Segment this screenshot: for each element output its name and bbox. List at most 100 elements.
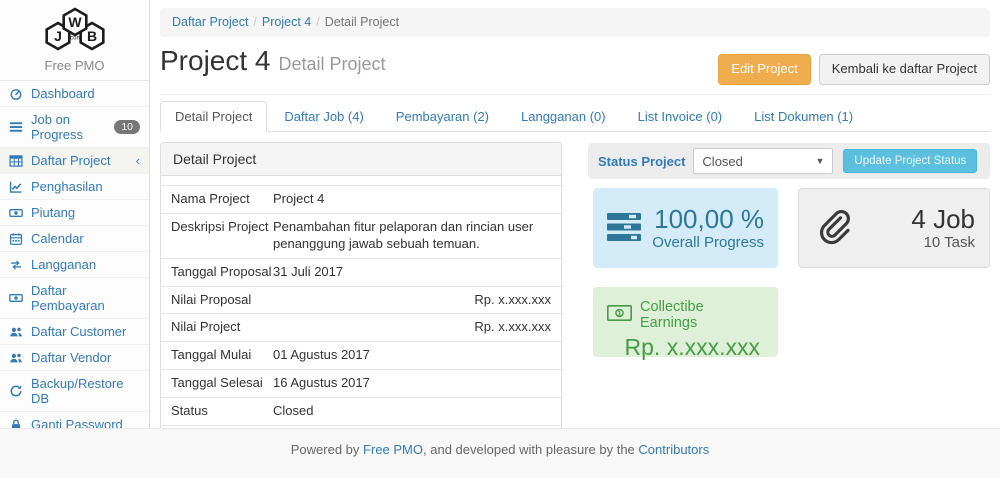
sidebar-item-dashboard[interactable]: Dashboard xyxy=(0,81,149,107)
detail-row-deskripsi: Deskripsi Project Penambahan fitur pelap… xyxy=(161,213,561,258)
detail-row-nilai-proposal: Nilai Proposal Rp. x.xxx.xxx xyxy=(161,286,561,314)
table-icon xyxy=(9,154,24,168)
sidebar-item-daftar-customer[interactable]: Daftar Customer xyxy=(0,319,149,345)
page-title: Project 4 xyxy=(160,45,271,76)
sidebar-item-label: Calendar xyxy=(31,231,84,246)
main-content: Daftar Project/Project 4/Detail Project … xyxy=(150,0,1000,428)
status-project-label: Status Project xyxy=(598,154,685,169)
row-label: Tanggal Mulai xyxy=(171,347,273,364)
sidebar-menu: Dashboard Job on Progress 10 Daftar Proj… xyxy=(0,81,149,464)
sidebar-item-label: Penghasilan xyxy=(31,179,103,194)
tab-detail-project[interactable]: Detail Project xyxy=(160,101,267,132)
caret-down-icon: ▼ xyxy=(816,156,825,166)
sidebar-item-label: Daftar Vendor xyxy=(31,350,111,365)
footer-text: , and developed with pleasure by the xyxy=(423,442,635,457)
dashboard-icon xyxy=(9,87,24,101)
sidebar: J W B .com Free PMO Dashboard Job on Pro… xyxy=(0,0,150,428)
sidebar-item-label: Dashboard xyxy=(31,86,95,101)
jobs-label: 10 Task xyxy=(855,234,975,251)
sidebar-item-daftar-pembayaran[interactable]: Daftar Pembayaran xyxy=(0,278,149,319)
jobs-box: 4 Job 10 Task xyxy=(798,188,990,268)
refresh-icon xyxy=(9,384,24,398)
users-icon xyxy=(9,325,24,339)
row-label: Nama Project xyxy=(171,191,273,208)
detail-row-status: Status Closed xyxy=(161,397,561,425)
tab-list-invoice[interactable]: List Invoice (0) xyxy=(623,101,738,132)
sidebar-item-calendar[interactable]: Calendar xyxy=(0,226,149,252)
footer: Powered by Free PMO, and developed with … xyxy=(0,428,1000,478)
sidebar-item-daftar-vendor[interactable]: Daftar Vendor xyxy=(0,345,149,371)
progress-value: 100,00 % xyxy=(649,205,764,235)
job-count-badge: 10 xyxy=(114,120,140,135)
row-value: Closed xyxy=(273,403,551,420)
calendar-icon xyxy=(9,232,24,246)
tasks-icon xyxy=(607,212,649,245)
jwb-logo-icon: J W B .com xyxy=(32,41,118,56)
sidebar-item-job-on-progress[interactable]: Job on Progress 10 xyxy=(0,107,149,148)
breadcrumb: Daftar Project/Project 4/Detail Project xyxy=(160,8,990,37)
footer-contributors-link[interactable]: Contributors xyxy=(638,442,709,457)
row-value: Rp. x.xxx.xxx xyxy=(273,319,551,336)
row-label: Tanggal Selesai xyxy=(171,375,273,392)
retweet-icon xyxy=(9,258,24,272)
status-select-value: Closed xyxy=(702,154,742,169)
footer-text: Powered by xyxy=(291,442,360,457)
row-label: Status xyxy=(171,403,273,420)
footer-free-pmo-link[interactable]: Free PMO xyxy=(363,442,423,457)
status-select[interactable]: Closed ▼ xyxy=(693,148,833,174)
sidebar-item-piutang[interactable]: Piutang xyxy=(0,200,149,226)
sidebar-item-label: Daftar Customer xyxy=(31,324,126,339)
users-icon xyxy=(9,351,24,365)
money-icon xyxy=(9,206,24,220)
sidebar-item-backup-restore-db[interactable]: Backup/Restore DB xyxy=(0,371,149,412)
breadcrumb-project-4[interactable]: Project 4 xyxy=(262,15,311,29)
page-header: Project 4 Detail Project Edit Project Kem… xyxy=(160,45,990,95)
jobs-value: 4 Job xyxy=(855,205,975,235)
detail-row-nilai-project: Nilai Project Rp. x.xxx.xxx xyxy=(161,313,561,341)
detail-row-tanggal-selesai: Tanggal Selesai 16 Agustus 2017 xyxy=(161,369,561,397)
breadcrumb-current: Detail Project xyxy=(325,15,399,29)
money-icon: 1 xyxy=(607,305,632,325)
svg-text:B: B xyxy=(86,28,96,44)
detail-row-tanggal-mulai: Tanggal Mulai 01 Agustus 2017 xyxy=(161,341,561,369)
detail-row-tanggal-proposal: Tanggal Proposal 31 Juli 2017 xyxy=(161,258,561,286)
detail-row-nama-project: Nama Project Project 4 xyxy=(161,185,561,213)
line-chart-icon xyxy=(9,180,24,194)
money-icon xyxy=(9,291,24,305)
row-label: Deskripsi Project xyxy=(171,219,273,253)
status-project-bar: Status Project Closed ▼ Update Project S… xyxy=(588,143,990,179)
tab-bar: Detail Project Daftar Job (4) Pembayaran… xyxy=(160,101,990,132)
sidebar-item-penghasilan[interactable]: Penghasilan xyxy=(0,174,149,200)
breadcrumb-daftar-project[interactable]: Daftar Project xyxy=(172,15,248,29)
overall-progress-box: 100,00 % Overall Progress xyxy=(593,188,778,268)
page-subtitle: Detail Project xyxy=(279,54,386,74)
paperclip-icon xyxy=(813,205,855,252)
tab-daftar-job[interactable]: Daftar Job (4) xyxy=(269,101,378,132)
tab-pembayaran[interactable]: Pembayaran (2) xyxy=(381,101,504,132)
row-value: 01 Agustus 2017 xyxy=(273,347,551,364)
sidebar-item-label: Daftar Project xyxy=(31,153,110,168)
sidebar-item-langganan[interactable]: Langganan xyxy=(0,252,149,278)
sidebar-item-label: Daftar Pembayaran xyxy=(31,283,140,313)
row-label: Tanggal Proposal xyxy=(171,264,273,281)
row-value: Project 4 xyxy=(273,191,551,208)
row-value: Penambahan fitur pelaporan dan rincian u… xyxy=(273,219,551,253)
back-to-list-button[interactable]: Kembali ke daftar Project xyxy=(819,54,990,85)
row-label: Nilai Proposal xyxy=(171,292,273,309)
row-value: Rp. x.xxx.xxx xyxy=(273,292,551,309)
svg-text:1: 1 xyxy=(617,309,621,318)
svg-text:J: J xyxy=(54,28,62,44)
tab-langganan[interactable]: Langganan (0) xyxy=(506,101,621,132)
edit-project-button[interactable]: Edit Project xyxy=(718,54,810,85)
row-value: 16 Agustus 2017 xyxy=(273,375,551,392)
sidebar-item-label: Job on Progress xyxy=(31,112,107,142)
sidebar-item-daftar-project[interactable]: Daftar Project ‹ xyxy=(0,148,149,174)
update-project-status-button[interactable]: Update Project Status xyxy=(843,149,977,173)
detail-project-panel: Detail Project Nama Project Project 4 De… xyxy=(160,142,562,462)
breadcrumb-separator: / xyxy=(316,15,319,29)
sidebar-item-label: Piutang xyxy=(31,205,75,220)
earnings-title: Collectibe Earnings xyxy=(640,299,764,331)
bars-icon xyxy=(9,120,24,134)
tab-list-dokumen[interactable]: List Dokumen (1) xyxy=(739,101,868,132)
panel-title: Detail Project xyxy=(161,143,561,176)
